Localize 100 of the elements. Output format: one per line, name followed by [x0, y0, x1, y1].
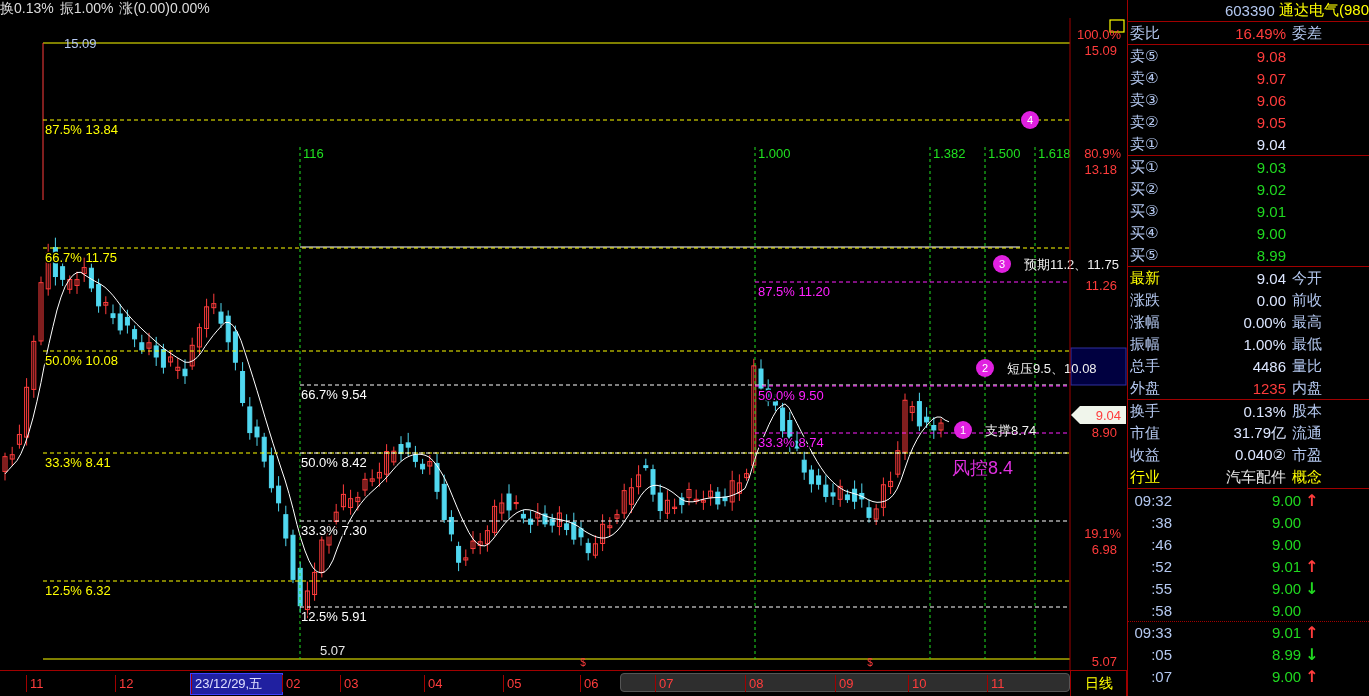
stat-value: 1235	[1251, 379, 1287, 397]
order-price: 9.03	[1255, 158, 1287, 176]
order-level-label: 卖④	[1130, 68, 1160, 88]
stat-value: 1.00%	[1242, 335, 1287, 353]
order-level-label: 买⑤	[1130, 245, 1160, 265]
trade-price: 9.00	[1272, 580, 1303, 597]
marker-badge: 1	[954, 421, 972, 439]
stat-label: 行业	[1130, 467, 1161, 487]
ratio-label: 116	[303, 146, 324, 161]
order-level-label: 买①	[1130, 157, 1160, 177]
annotation-text: 支撑8.74	[985, 423, 1037, 438]
stat-label: 外盘	[1130, 378, 1161, 398]
flag-mark: $	[580, 657, 586, 668]
fib-label: 50.0% 8.42	[301, 455, 367, 470]
stat-label: 市盈	[1292, 445, 1323, 465]
fib-label: 87.5% 13.84	[45, 122, 118, 137]
stat-label: 涨跌	[1130, 290, 1161, 310]
date-label: 08	[745, 675, 835, 692]
annotation-text: 预期11.2、11.75	[1024, 257, 1119, 272]
date-label: 10	[908, 675, 987, 692]
ratio-label: 1.618	[1038, 146, 1071, 161]
period-button[interactable]: 日线	[1070, 671, 1127, 696]
trade-price: 9.00	[1272, 536, 1303, 553]
stat-value: 汽车配件	[1225, 467, 1287, 487]
scrollbar[interactable]	[620, 673, 1070, 692]
date-label: 07	[655, 675, 745, 692]
order-price: 9.00	[1255, 224, 1287, 242]
trade-time: :58	[1150, 602, 1172, 619]
risk-note: 风控8.4	[952, 458, 1014, 478]
price-label: 11.26	[1085, 278, 1117, 293]
stat-label: 今开	[1292, 268, 1323, 288]
stat-label: 量比	[1292, 356, 1323, 376]
trade-price: 9.00	[1272, 492, 1303, 509]
stat-label: 最低	[1292, 334, 1323, 354]
marker-badge: 2	[976, 359, 994, 377]
stock-name: 通达电气(980	[1278, 1, 1369, 20]
stat-value: 31.79亿	[1232, 423, 1287, 443]
fib-label: 12.5% 6.32	[45, 583, 111, 598]
date-label: 11	[26, 675, 115, 692]
price-label: 5.07	[320, 643, 346, 658]
date-label: 03	[340, 675, 424, 692]
stat-label: 换手	[1130, 401, 1161, 421]
stat-label: 涨幅	[1130, 312, 1161, 332]
date-label: 09	[835, 675, 908, 692]
trade-time: :46	[1150, 536, 1172, 553]
trade-price: 9.01	[1272, 624, 1303, 641]
trade-price: 8.99	[1272, 646, 1303, 663]
trade-time: :07	[1150, 668, 1172, 685]
order-level-label: 买④	[1130, 223, 1160, 243]
trade-time: :55	[1150, 580, 1172, 597]
trade-price: 9.00	[1272, 514, 1303, 531]
date-label: 05	[503, 675, 580, 692]
percent-label: 100.0%	[1076, 27, 1121, 42]
quote-stat: 换0.13%	[0, 0, 54, 18]
current-price-tag: 9.04	[1071, 406, 1126, 424]
order-price: 9.02	[1255, 180, 1287, 198]
price-label: 5.07	[1091, 654, 1117, 669]
ratio-label: 1.000	[758, 146, 791, 161]
date-label: 06	[580, 675, 655, 692]
date-label: 11	[987, 675, 1047, 692]
trade-time: 09:33	[1133, 624, 1172, 641]
stat-label: 股本	[1292, 401, 1323, 421]
price-label: 15.09	[64, 36, 97, 51]
stat-value: 0.13%	[1242, 402, 1287, 420]
percent-label: 80.9%	[1084, 146, 1121, 161]
stat-value: 4486	[1251, 357, 1287, 375]
stat-label: 市值	[1130, 423, 1161, 443]
percent-label: 19.1%	[1084, 526, 1121, 541]
trade-arrow: ↓	[1305, 645, 1319, 664]
quote-stat: 涨(0.00)0.00%	[119, 0, 210, 18]
fib-label: 12.5% 5.91	[301, 609, 367, 624]
trade-time: 09:32	[1133, 492, 1172, 509]
price-label: 8.90	[1091, 425, 1117, 440]
date-label: 04	[424, 675, 503, 692]
date-label: 02	[282, 675, 340, 692]
stat-label: 最高	[1292, 312, 1323, 332]
stat-label: 振幅	[1130, 334, 1161, 354]
price-label: 6.98	[1091, 542, 1117, 557]
fib-label: 50.0% 10.08	[45, 353, 118, 368]
stat-label: 收益	[1130, 445, 1161, 465]
stat-value: 0.00%	[1242, 313, 1287, 331]
ratio-label: 1.382	[933, 146, 966, 161]
stock-code: 603390	[1224, 2, 1275, 19]
order-price: 9.08	[1255, 47, 1287, 65]
flag-mark: $	[867, 657, 873, 668]
stat-value: 0.00	[1255, 291, 1287, 309]
trade-time: :52	[1150, 558, 1172, 575]
trade-arrow: ↑	[1305, 623, 1319, 642]
order-price: 9.06	[1255, 91, 1287, 109]
order-price: 9.07	[1255, 69, 1287, 87]
order-level-label: 买②	[1130, 179, 1160, 199]
fib-label: 66.7% 9.54	[301, 387, 367, 402]
quote-stat: 振1.00%	[59, 0, 114, 18]
order-price: 9.05	[1255, 113, 1287, 131]
trade-price: 9.01	[1272, 558, 1303, 575]
price-label: 15.09	[1084, 43, 1117, 58]
order-level-label: 买③	[1130, 201, 1160, 221]
price-label: 13.18	[1084, 162, 1117, 177]
stat-label: 委差	[1292, 23, 1323, 43]
date-label: 23/12/29,五	[191, 673, 282, 694]
